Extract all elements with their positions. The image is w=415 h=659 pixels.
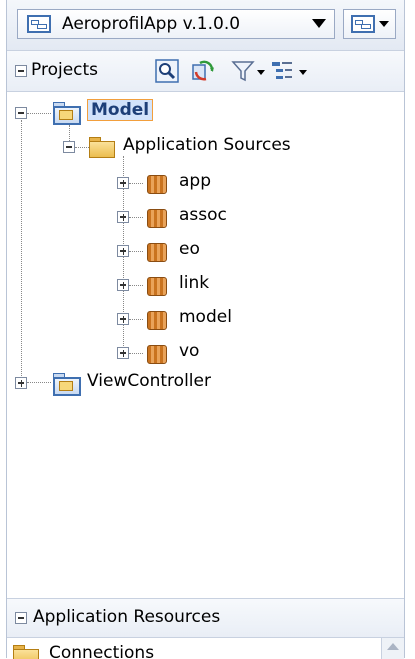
collapse-resources-icon[interactable] [15,612,27,624]
collapse-icon[interactable] [63,141,75,153]
group-by-icon[interactable] [270,59,294,83]
collapse-icon[interactable] [15,107,27,119]
expand-icon[interactable] [117,347,129,359]
package-icon [145,206,167,228]
application-navigator: AeroprofilApp v.1.0.0 Projects Model App… [6,0,405,659]
tree-node-package[interactable]: app [7,168,267,198]
tree-node-label: link [179,273,210,293]
tree-node-label: Model [87,99,154,121]
tree-node-label: eo [179,239,200,259]
scroll-up-icon[interactable] [387,643,399,650]
expand-icon[interactable] [15,377,27,389]
expand-icon[interactable] [117,313,129,325]
expand-icon[interactable] [117,177,129,189]
package-icon [145,172,167,194]
tree-node-model[interactable]: Model [7,98,307,128]
resources-list-item[interactable]: Connections [7,638,377,659]
project-folder-icon [53,102,81,125]
package-icon [145,342,167,364]
tree-node-label: assoc [179,205,227,225]
tree-node-package[interactable]: model [7,304,267,334]
tree-node-label: app [179,171,211,191]
tree-node-label: ViewController [87,371,211,391]
tree-node-package[interactable]: assoc [7,202,267,232]
collapse-projects-icon[interactable] [15,65,27,77]
expand-icon[interactable] [117,245,129,257]
projects-panel-header: Projects [7,51,404,92]
chevron-down-icon [312,19,326,28]
application-resources-header[interactable]: Application Resources [7,599,404,638]
application-menu-button[interactable] [343,9,396,39]
chevron-down-icon[interactable] [299,70,307,75]
project-tree[interactable]: Model Application Sources app assoc eo l… [7,92,404,598]
vertical-scrollbar[interactable] [381,638,404,659]
tree-node-application-sources[interactable]: Application Sources [7,132,367,162]
chevron-down-icon [379,21,389,27]
tree-node-viewcontroller[interactable]: ViewController [7,368,327,398]
tree-node-package[interactable]: link [7,270,267,300]
resources-item-label: Connections [49,643,155,659]
application-icon [27,15,51,33]
package-icon [145,240,167,262]
package-icon [145,274,167,296]
tree-node-label: model [179,307,232,327]
folder-icon [13,645,39,659]
application-resources-panel: Application Resources Connections [7,598,404,659]
folder-icon [89,137,115,158]
application-selector-value: AeroprofilApp v.1.0.0 [62,14,241,34]
application-menu-icon [351,15,375,33]
expand-icon[interactable] [117,211,129,223]
tree-node-package[interactable]: eo [7,236,267,266]
sync-icon[interactable] [191,59,215,83]
application-toolbar: AeroprofilApp v.1.0.0 [7,0,404,51]
filter-icon[interactable] [231,59,255,83]
project-folder-icon [53,373,81,396]
projects-panel-title[interactable]: Projects [31,60,98,80]
expand-icon[interactable] [117,279,129,291]
tree-node-label: vo [179,341,200,361]
application-resources-title: Application Resources [33,607,221,627]
search-icon[interactable] [155,59,179,83]
application-selector-dropdown[interactable]: AeroprofilApp v.1.0.0 [17,9,335,39]
tree-node-label: Application Sources [123,135,291,155]
chevron-down-icon[interactable] [257,70,265,75]
package-icon [145,308,167,330]
tree-node-package[interactable]: vo [7,338,267,368]
